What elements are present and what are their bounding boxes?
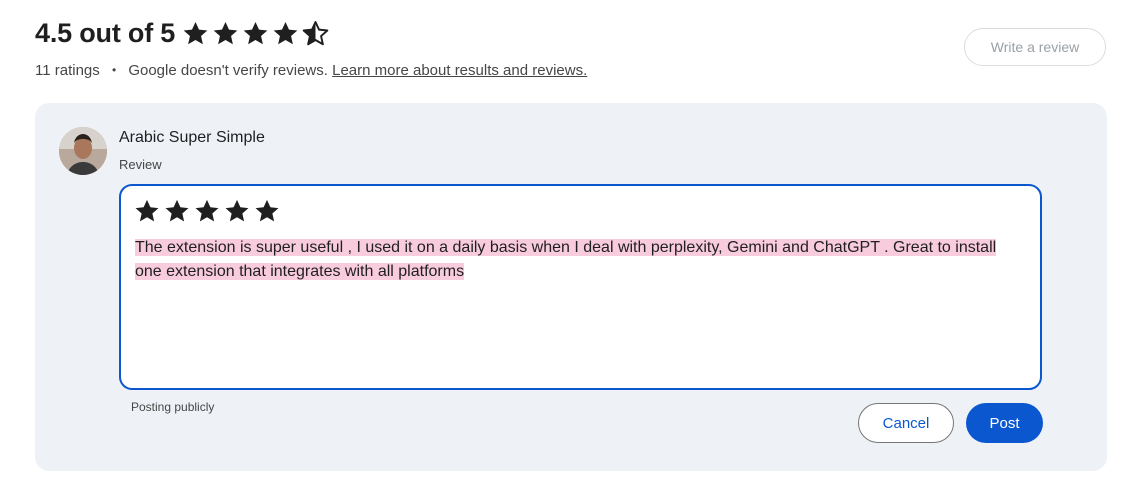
reviewer-name: Arabic Super Simple bbox=[119, 129, 265, 146]
rating-meta: 11 ratings • Google doesn't verify revie… bbox=[35, 62, 587, 79]
posting-publicly-note: Posting publicly bbox=[131, 400, 215, 414]
learn-more-link[interactable]: Learn more about results and reviews. bbox=[332, 62, 587, 79]
selected-review-text: The extension is super useful , I used i… bbox=[135, 239, 997, 280]
star-icon bbox=[181, 19, 210, 48]
review-text[interactable]: The extension is super useful , I used i… bbox=[135, 236, 1025, 284]
post-button[interactable]: Post bbox=[966, 403, 1043, 443]
write-review-button[interactable]: Write a review bbox=[964, 28, 1106, 66]
star-icon bbox=[211, 19, 240, 48]
review-field-label: Review bbox=[119, 157, 162, 172]
rating-summary: 4.5 out of 5 bbox=[35, 15, 331, 51]
review-compose-panel: Arabic Super Simple Review The extension… bbox=[35, 103, 1107, 471]
rating-title: 4.5 out of 5 bbox=[35, 17, 176, 48]
star-icon[interactable] bbox=[133, 197, 161, 225]
star-icon[interactable] bbox=[163, 197, 191, 225]
star-icon bbox=[241, 19, 270, 48]
star-rating-input[interactable] bbox=[133, 197, 283, 225]
star-icon[interactable] bbox=[223, 197, 251, 225]
verify-notice: Google doesn't verify reviews. bbox=[128, 62, 328, 79]
star-icon[interactable] bbox=[253, 197, 281, 225]
half-star-icon bbox=[301, 19, 330, 48]
cancel-button[interactable]: Cancel bbox=[858, 403, 954, 443]
separator-dot: • bbox=[111, 63, 117, 77]
review-textarea[interactable]: The extension is super useful , I used i… bbox=[119, 184, 1042, 390]
star-icon bbox=[271, 19, 300, 48]
rating-stars bbox=[181, 19, 331, 48]
ratings-count: 11 ratings bbox=[35, 62, 100, 79]
star-icon[interactable] bbox=[193, 197, 221, 225]
avatar bbox=[59, 127, 107, 175]
